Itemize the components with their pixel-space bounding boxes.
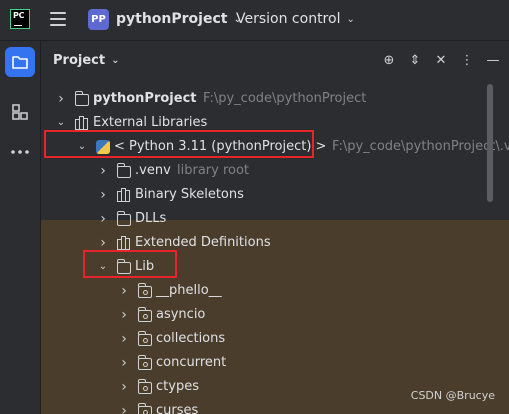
tool-window-bar <box>0 41 41 414</box>
panel-title: Project <box>53 53 106 68</box>
folder-icon <box>116 211 131 226</box>
tree-item-label: curses <box>156 403 199 414</box>
libraries-icon <box>75 116 89 130</box>
chevron-right-icon[interactable]: › <box>97 207 109 231</box>
main-menu-icon[interactable] <box>50 12 66 26</box>
project-name: pythonProject <box>116 11 228 27</box>
chevron-down-icon: ⌄ <box>111 55 120 66</box>
options-icon[interactable]: ⋮ <box>459 53 475 69</box>
pycharm-logo[interactable]: PC <box>10 9 30 29</box>
chevron-right-icon[interactable]: › <box>118 279 130 303</box>
highlight-box-lib <box>83 250 177 278</box>
locate-icon[interactable]: ⊕ <box>381 53 397 69</box>
project-view-selector[interactable]: Project ⌄ <box>53 53 119 68</box>
tree-row[interactable]: › pythonProject F:\py_code\pythonProject <box>41 87 509 111</box>
project-switcher[interactable]: pythonProject ⌄ <box>116 11 242 27</box>
chevron-right-icon[interactable]: › <box>97 183 109 207</box>
folder-icon <box>74 91 89 106</box>
title-bar: PC PP pythonProject ⌄ Version control ⌄ <box>0 0 509 41</box>
structure-icon <box>12 104 28 120</box>
vertical-scrollbar[interactable] <box>487 84 493 202</box>
chevron-right-icon[interactable]: › <box>118 303 130 327</box>
project-panel-header: Project ⌄ ⊕ ⇕ ✕ ⋮ — <box>41 41 509 81</box>
chevron-right-icon[interactable]: › <box>118 327 130 351</box>
libraries-icon <box>117 188 131 202</box>
libraries-icon <box>117 236 131 250</box>
tree-item-label: .venv <box>135 163 171 178</box>
tree-item-label: Binary Skeletons <box>135 187 244 202</box>
version-control-dropdown[interactable]: Version control ⌄ <box>236 11 355 27</box>
chevron-down-icon: ⌄ <box>346 14 355 25</box>
tree-row[interactable]: › DLLs <box>41 207 509 231</box>
more-tools-button[interactable] <box>5 137 35 167</box>
package-folder-icon <box>137 355 152 370</box>
tree-item-label: __phello__ <box>156 283 222 298</box>
more-horizontal-icon <box>11 150 29 154</box>
collapse-all-icon[interactable]: ✕ <box>433 53 449 69</box>
chevron-right-icon[interactable]: › <box>55 87 67 111</box>
package-folder-icon <box>137 307 152 322</box>
tree-row[interactable]: › collections <box>41 327 509 351</box>
watermark: CSDN @Brucye <box>410 389 495 402</box>
package-folder-icon <box>137 403 152 414</box>
tree-row[interactable]: › .venv library root <box>41 159 509 183</box>
tree-item-path: F:\py_code\pythonProject <box>203 91 367 106</box>
structure-tool-button[interactable] <box>5 97 35 127</box>
hide-panel-icon[interactable]: — <box>485 53 501 69</box>
tree-item-path: F:\py_code\pythonProject\.v <box>332 139 509 154</box>
package-folder-icon <box>137 379 152 394</box>
folder-icon <box>12 56 28 69</box>
tree-item-label: asyncio <box>156 307 206 322</box>
tree-item-label: concurrent <box>156 355 227 370</box>
tree-item-label: collections <box>156 331 226 346</box>
package-folder-icon <box>137 283 152 298</box>
vcs-label: Version control <box>236 11 341 27</box>
tree-item-label: ctypes <box>156 379 199 394</box>
expand-collapse-icon[interactable]: ⇕ <box>407 53 423 69</box>
chevron-right-icon[interactable]: › <box>97 159 109 183</box>
tree-item-label: pythonProject <box>93 91 197 106</box>
chevron-right-icon[interactable]: › <box>118 375 130 399</box>
tree-row[interactable]: › __phello__ <box>41 279 509 303</box>
tree-row[interactable]: › concurrent <box>41 351 509 375</box>
tree-row[interactable]: › Binary Skeletons <box>41 183 509 207</box>
chevron-right-icon[interactable]: › <box>118 351 130 375</box>
tree-item-path: library root <box>177 163 250 178</box>
project-tool-button[interactable] <box>5 47 35 77</box>
chevron-right-icon[interactable]: › <box>118 399 130 414</box>
package-folder-icon <box>137 331 152 346</box>
tree-row[interactable]: › asyncio <box>41 303 509 327</box>
folder-icon <box>116 163 131 178</box>
highlight-box-python-sdk <box>44 130 314 158</box>
project-badge[interactable]: PP <box>88 9 109 30</box>
tree-item-label: DLLs <box>135 211 167 226</box>
